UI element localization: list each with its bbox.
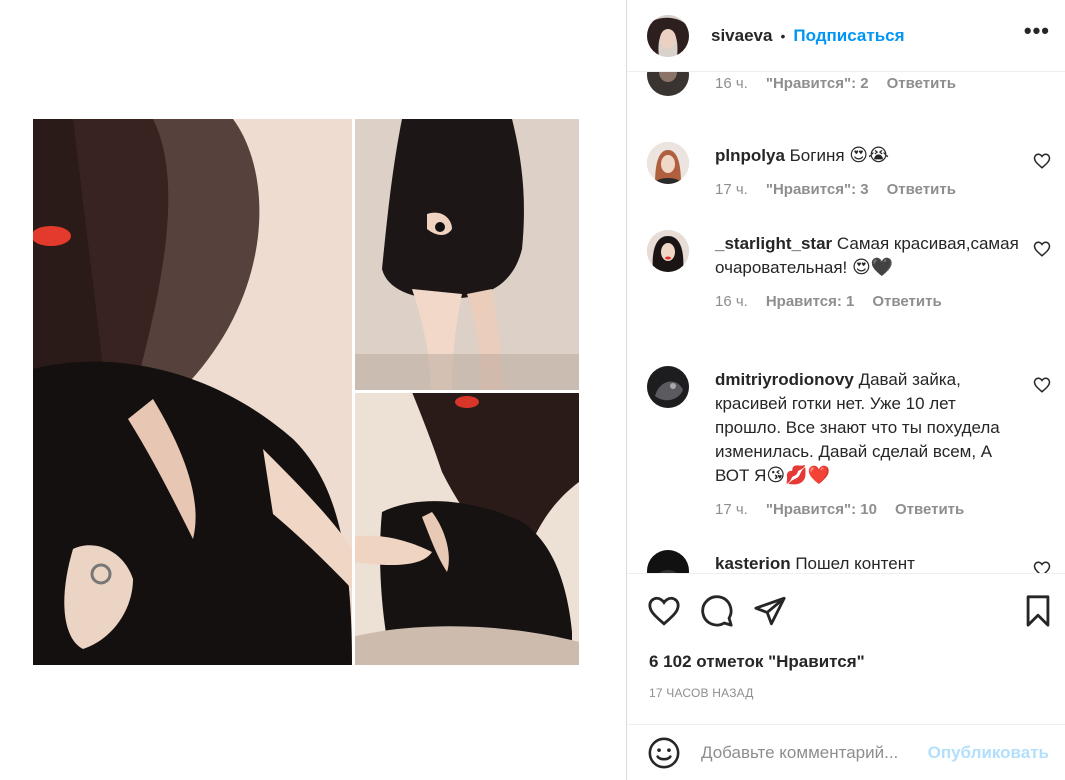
collage-photo-bottom-right xyxy=(352,392,579,665)
comment-username[interactable]: plnpolya xyxy=(715,146,785,165)
follow-button[interactable]: Подписаться xyxy=(793,26,904,46)
comment-body: kasterion Пошел контент xyxy=(715,552,1021,573)
comment-avatar[interactable] xyxy=(647,366,689,408)
post-side-panel: sivaeva • Подписаться ••• 16 ч. "Нравитс… xyxy=(626,0,1065,780)
emoji-smile-icon[interactable] xyxy=(647,736,681,770)
post-actions: 6 102 отметок "Нравится" 17 ЧАСОВ НАЗАД xyxy=(627,573,1065,725)
comment-input[interactable] xyxy=(701,742,920,763)
comment-likes[interactable]: "Нравится": 2 xyxy=(766,72,869,96)
comment-item: kasterion Пошел контент xyxy=(647,550,1051,573)
collage-photo-top-right xyxy=(352,119,579,392)
comment-like-icon[interactable] xyxy=(1033,376,1051,394)
comment-emoji: 😍🖤 xyxy=(852,257,894,278)
comment-avatar[interactable] xyxy=(647,230,689,272)
comment-time: 17 ч. xyxy=(715,181,748,198)
comment-text: Богиня xyxy=(789,146,845,165)
reply-button[interactable]: Ответить xyxy=(895,498,964,522)
comment-item: 16 ч. "Нравится": 2 Ответить xyxy=(647,72,1051,114)
comment-likes[interactable]: "Нравится": 3 xyxy=(766,178,869,202)
comment-avatar[interactable] xyxy=(647,72,689,96)
more-options-icon[interactable]: ••• xyxy=(1024,19,1050,46)
comment-icon[interactable] xyxy=(700,594,734,628)
comment-item: plnpolya Богиня 😍😭 17 ч. "Нравится": 3 О… xyxy=(647,142,1051,212)
comment-body: dmitriyrodionovy Давай зайка, красивей г… xyxy=(715,368,1021,522)
comment-username[interactable]: kasterion xyxy=(715,554,791,573)
author-username[interactable]: sivaeva xyxy=(711,26,772,46)
comment-avatar[interactable] xyxy=(647,142,689,184)
bookmark-icon[interactable] xyxy=(1021,594,1055,628)
comment-time: 16 ч. xyxy=(715,293,748,310)
post-image-collage[interactable] xyxy=(33,119,579,665)
publish-button[interactable]: Опубликовать xyxy=(928,743,1049,763)
comment-username[interactable]: dmitriyrodionovy xyxy=(715,370,854,389)
comment-time: 16 ч. xyxy=(715,75,748,92)
reply-button[interactable]: Ответить xyxy=(887,72,956,96)
header-separator: • xyxy=(780,27,786,44)
comment-item: _starlight_star Самая красивая,самая оча… xyxy=(647,230,1051,340)
comment-meta: 16 ч. "Нравится": 2 Ответить xyxy=(715,72,1021,96)
reply-button[interactable]: Ответить xyxy=(887,178,956,202)
comment-meta: 17 ч. "Нравится": 3 Ответить xyxy=(715,178,1021,202)
post-timestamp: 17 ЧАСОВ НАЗАД xyxy=(649,686,754,700)
post-header: sivaeva • Подписаться ••• xyxy=(627,0,1065,72)
heart-icon[interactable] xyxy=(647,594,681,628)
collage-photo-left xyxy=(33,119,352,665)
comment-text: Пошел контент xyxy=(795,554,915,573)
comment-emoji: 😘💋❤️ xyxy=(766,465,830,486)
comment-meta: 17 ч. "Нравится": 10 Ответить xyxy=(715,498,1021,522)
add-comment-bar: Опубликовать xyxy=(627,724,1065,780)
comment-likes[interactable]: "Нравится": 10 xyxy=(766,498,877,522)
comments-list[interactable]: 16 ч. "Нравится": 2 Ответить plnpolya Бо… xyxy=(627,72,1065,573)
comment-like-icon[interactable] xyxy=(1033,240,1051,258)
comment-username[interactable]: _starlight_star xyxy=(715,234,832,253)
comment-like-icon[interactable] xyxy=(1033,560,1051,573)
comment-body: 16 ч. "Нравится": 2 Ответить xyxy=(715,72,1021,96)
comment-body: _starlight_star Самая красивая,самая оча… xyxy=(715,232,1021,314)
comment-time: 17 ч. xyxy=(715,501,748,518)
comment-likes[interactable]: Нравится: 1 xyxy=(766,290,855,314)
comment-meta: 16 ч. Нравится: 1 Ответить xyxy=(715,290,1021,314)
comment-emoji: 😍😭 xyxy=(849,145,890,166)
author-avatar[interactable] xyxy=(647,14,689,57)
reply-button[interactable]: Ответить xyxy=(872,290,941,314)
comment-item: dmitriyrodionovy Давай зайка, красивей г… xyxy=(647,366,1051,526)
comment-like-icon[interactable] xyxy=(1033,152,1051,170)
share-icon[interactable] xyxy=(753,594,787,628)
likes-count[interactable]: 6 102 отметок "Нравится" xyxy=(649,652,865,672)
comment-avatar[interactable] xyxy=(647,550,689,573)
media-pane xyxy=(0,0,626,780)
comment-body: plnpolya Богиня 😍😭 17 ч. "Нравится": 3 О… xyxy=(715,144,1021,202)
